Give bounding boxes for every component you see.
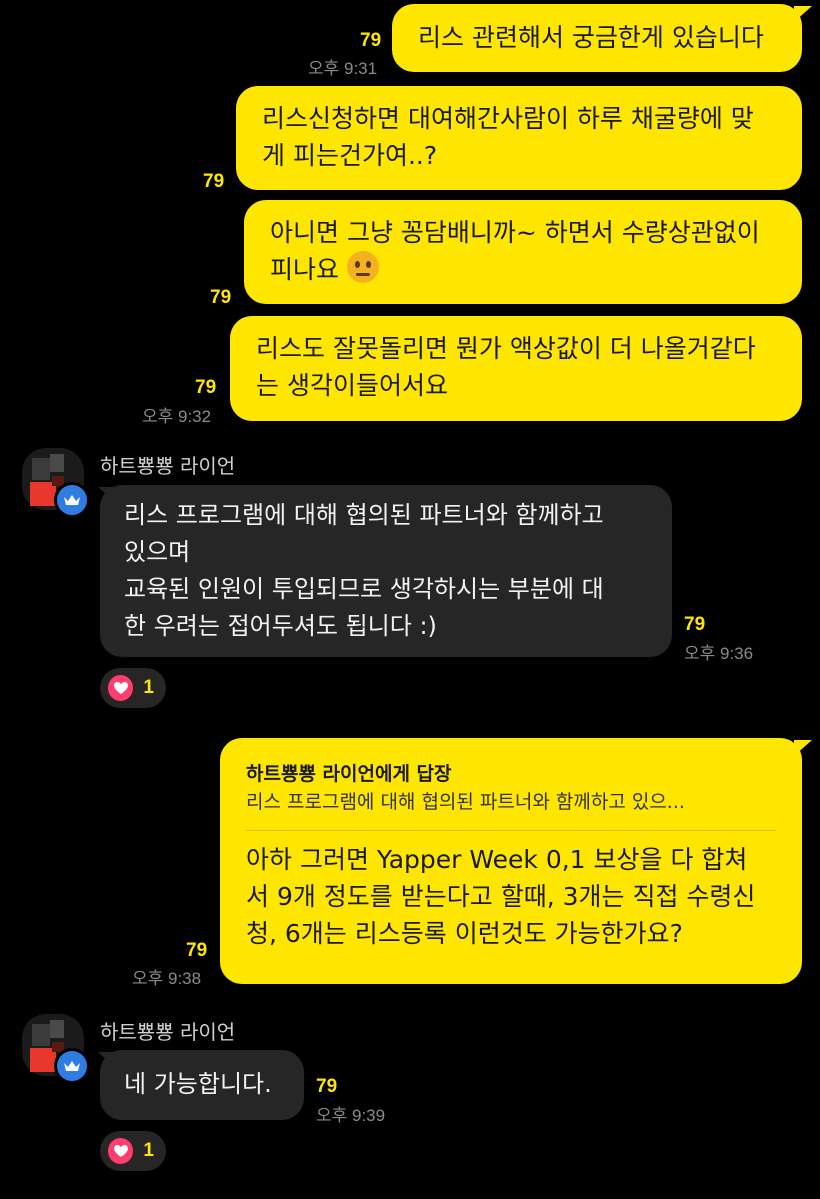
message-text-line: 서 9개 정도를 받는다고 할때, 3개는 직접 수령신 [246, 882, 756, 911]
sender-name: 하트뿅뿅 라이언 [100, 454, 236, 478]
sent-message-bubble[interactable]: 아니면 그냥 꽁담배니까~ 하면서 수량상관없이 피나요 [244, 200, 802, 304]
timestamp: 오후 9:36 [684, 644, 754, 663]
reply-target-label: 하트뿅뿅 라이언에게 답장 [246, 763, 452, 785]
timestamp: 오후 9:31 [308, 59, 378, 78]
sent-message-bubble[interactable]: 리스 관련해서 궁금한게 있습니다 [392, 4, 802, 72]
crown-badge-icon [54, 1048, 90, 1084]
crown-badge-icon [54, 482, 90, 518]
timestamp: 오후 9:32 [142, 407, 212, 426]
timestamp: 오후 9:38 [132, 969, 202, 988]
bubble-tail [794, 740, 812, 756]
message-text-line: 청, 6개는 리스등록 이런것도 가능한가요? [246, 919, 683, 948]
message-text-line: 있으며 [124, 538, 191, 566]
message-text: 리스 관련해서 궁금한게 있습니다 [418, 23, 764, 52]
reply-divider [246, 830, 776, 831]
reaction-count: 1 [143, 677, 154, 698]
avatar[interactable] [22, 448, 90, 518]
reaction-chip[interactable]: 1 [100, 668, 166, 708]
reaction-chip[interactable]: 1 [100, 1131, 166, 1171]
message-text-line: 는 생각이들어서요 [256, 371, 448, 400]
message-text-line: 피나요 [270, 251, 776, 288]
sender-name: 하트뿅뿅 라이언 [100, 1020, 236, 1044]
message-text-line: 교육된 인원이 투입되므로 생각하시는 부분에 대 [124, 575, 604, 603]
message-text-line: 아니면 그냥 꽁담배니까~ 하면서 수량상관없이 [270, 218, 760, 247]
heart-icon [108, 675, 134, 701]
unread-count: 79 [360, 30, 382, 51]
message-text-line: 리스도 잘못돌리면 뭔가 액상값이 더 나올거같다 [256, 334, 756, 363]
unread-count: 79 [186, 940, 208, 961]
reaction-count: 1 [143, 1140, 154, 1161]
bubble-tail [794, 6, 812, 22]
sent-message-bubble[interactable]: 리스신청하면 대여해간사람이 하루 채굴량에 맞 게 피는건가여..? [236, 86, 802, 190]
unread-count: 79 [210, 287, 232, 308]
heart-icon [108, 1138, 134, 1164]
sent-message-bubble[interactable]: 리스도 잘못돌리면 뭔가 액상값이 더 나올거같다 는 생각이들어서요 [230, 316, 802, 421]
unread-count: 79 [316, 1076, 338, 1097]
thinking-face-emoji [346, 251, 379, 283]
message-text: 피나요 [270, 255, 340, 284]
timestamp: 오후 9:39 [316, 1106, 386, 1125]
unread-count: 79 [684, 614, 706, 635]
message-text-line: 아하 그러면 Yapper Week 0,1 보상을 다 합쳐 [246, 845, 748, 874]
avatar[interactable] [22, 1014, 90, 1084]
sent-reply-bubble[interactable]: 하트뿅뿅 라이언에게 답장 리스 프로그램에 대해 협의된 파트너와 함께하고 … [220, 738, 802, 984]
unread-count: 79 [195, 377, 217, 398]
unread-count: 79 [203, 171, 225, 192]
quoted-message[interactable]: 리스 프로그램에 대해 협의된 파트너와 함께하고 있으... [246, 788, 776, 816]
received-message-bubble[interactable]: 리스 프로그램에 대해 협의된 파트너와 함께하고 있으며 교육된 인원이 투입… [100, 485, 672, 657]
message-text-line: 게 피는건가여..? [262, 141, 438, 170]
message-text-line: 한 우려는 접어두셔도 됩니다 :) [124, 612, 437, 640]
message-text-line: 리스 프로그램에 대해 협의된 파트너와 함께하고 [124, 501, 604, 529]
message-text: 네 가능합니다. [124, 1070, 272, 1098]
received-message-bubble[interactable]: 네 가능합니다. [100, 1050, 304, 1120]
message-text-line: 리스신청하면 대여해간사람이 하루 채굴량에 맞 [262, 104, 754, 133]
